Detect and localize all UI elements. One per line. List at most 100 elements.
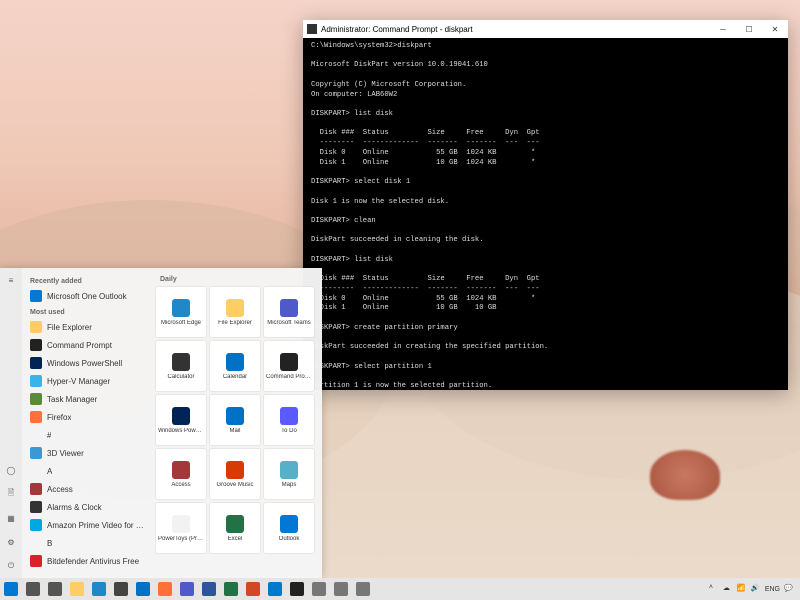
start-tile[interactable]: To Do bbox=[264, 395, 314, 445]
start-tile[interactable]: Access bbox=[156, 449, 206, 499]
tray-cloud-icon[interactable]: ☁ bbox=[723, 584, 733, 594]
taskbar-item-app3[interactable] bbox=[352, 578, 374, 600]
start-menu[interactable]: ≡ ◯ 🗎 ▦ ⚙ ⏻ Recently added Microsoft One… bbox=[0, 268, 322, 578]
power-icon[interactable]: ⏻ bbox=[5, 560, 17, 572]
taskbar-item-teams[interactable] bbox=[176, 578, 198, 600]
minimize-button[interactable]: ─ bbox=[710, 20, 736, 38]
app-list-item[interactable]: Access bbox=[26, 480, 148, 498]
app-list-item[interactable]: B bbox=[26, 534, 148, 552]
recently-added-header: Recently added bbox=[30, 278, 148, 285]
cmd-window[interactable]: Administrator: Command Prompt - diskpart… bbox=[303, 20, 788, 390]
tile-group-header: Daily bbox=[160, 276, 318, 283]
cmd-output[interactable]: C:\Windows\system32>diskpart Microsoft D… bbox=[303, 38, 788, 390]
app-list-item[interactable]: Amazon Prime Video for Windows bbox=[26, 516, 148, 534]
taskbar-item-app1[interactable] bbox=[308, 578, 330, 600]
start-tile[interactable]: Calculator bbox=[156, 341, 206, 391]
tile-label: Command Prompt bbox=[266, 374, 312, 380]
tray-lang[interactable]: ENG bbox=[765, 586, 780, 593]
cmd-titlebar[interactable]: Administrator: Command Prompt - diskpart… bbox=[303, 20, 788, 38]
pictures-icon[interactable]: ▦ bbox=[5, 512, 17, 524]
app-icon bbox=[30, 290, 42, 302]
app3-icon bbox=[356, 582, 370, 596]
tile-icon bbox=[226, 299, 244, 317]
start-tile[interactable]: Groove Music bbox=[210, 449, 260, 499]
settings-icon[interactable]: ⚙ bbox=[5, 536, 17, 548]
tile-label: Microsoft Edge bbox=[158, 320, 204, 326]
app-label: Firefox bbox=[47, 413, 71, 422]
start-tile[interactable]: Command Prompt bbox=[264, 341, 314, 391]
taskbar-item-code[interactable] bbox=[264, 578, 286, 600]
start-tile[interactable]: Microsoft Teams bbox=[264, 287, 314, 337]
taskbar-item-store[interactable] bbox=[110, 578, 132, 600]
start-tile[interactable]: File Explorer bbox=[210, 287, 260, 337]
app-list-item[interactable]: File Explorer bbox=[26, 318, 148, 336]
maximize-button[interactable]: ☐ bbox=[736, 20, 762, 38]
start-tile[interactable]: PowerToys (Preview) bbox=[156, 503, 206, 553]
taskbar-item-search[interactable] bbox=[22, 578, 44, 600]
tile-icon bbox=[280, 299, 298, 317]
app-icon bbox=[30, 537, 42, 549]
start-tile[interactable]: Calendar bbox=[210, 341, 260, 391]
app-label: Hyper-V Manager bbox=[47, 377, 110, 386]
app-icon bbox=[30, 411, 42, 423]
app-icon bbox=[30, 447, 42, 459]
tray-chevron-icon[interactable]: ˄ bbox=[709, 584, 719, 594]
tile-label: Calculator bbox=[158, 374, 204, 380]
app-list-item[interactable]: # bbox=[26, 426, 148, 444]
taskbar-item-edge[interactable] bbox=[88, 578, 110, 600]
taskbar-item-start[interactable] bbox=[0, 578, 22, 600]
tile-icon bbox=[280, 353, 298, 371]
app-label: Windows PowerShell bbox=[47, 359, 122, 368]
app-list-item[interactable]: Task Manager bbox=[26, 390, 148, 408]
taskbar-item-powerpoint[interactable] bbox=[242, 578, 264, 600]
tray-notifications-icon[interactable]: 💬 bbox=[784, 584, 794, 594]
taskbar-item-app2[interactable] bbox=[330, 578, 352, 600]
app-label: A bbox=[47, 467, 52, 476]
taskbar[interactable]: ˄ ☁ 📶 🔊 ENG 💬 bbox=[0, 578, 800, 600]
start-rail: ≡ ◯ 🗎 ▦ ⚙ ⏻ bbox=[0, 268, 22, 578]
terminal-icon bbox=[290, 582, 304, 596]
close-button[interactable]: ✕ bbox=[762, 20, 788, 38]
start-tile[interactable]: Excel bbox=[210, 503, 260, 553]
taskbar-item-word[interactable] bbox=[198, 578, 220, 600]
app-list-item[interactable]: Command Prompt bbox=[26, 336, 148, 354]
start-tile[interactable]: Microsoft Edge bbox=[156, 287, 206, 337]
excel-icon bbox=[224, 582, 238, 596]
taskbar-item-mail[interactable] bbox=[132, 578, 154, 600]
tray-volume-icon[interactable]: 🔊 bbox=[751, 584, 761, 594]
app-icon bbox=[30, 357, 42, 369]
app-list-item[interactable]: Bitdefender Antivirus Free bbox=[26, 552, 148, 570]
app-list-item[interactable]: Windows PowerShell bbox=[26, 354, 148, 372]
app-list-item[interactable]: Alarms & Clock bbox=[26, 498, 148, 516]
menu-icon[interactable]: ≡ bbox=[5, 274, 17, 286]
start-tiles-panel: Daily Microsoft Edge File ExplorerMicroso… bbox=[152, 268, 322, 578]
system-tray[interactable]: ˄ ☁ 📶 🔊 ENG 💬 bbox=[709, 584, 800, 594]
start-tile[interactable]: Mail bbox=[210, 395, 260, 445]
app-list-item[interactable]: A bbox=[26, 462, 148, 480]
documents-icon[interactable]: 🗎 bbox=[5, 488, 17, 500]
cmd-icon bbox=[307, 24, 317, 34]
taskbar-item-taskview[interactable] bbox=[44, 578, 66, 600]
app-list-item[interactable]: 3D Viewer bbox=[26, 444, 148, 462]
explorer-icon bbox=[70, 582, 84, 596]
user-icon[interactable]: ◯ bbox=[5, 464, 17, 476]
taskbar-item-terminal[interactable] bbox=[286, 578, 308, 600]
tile-label: Excel bbox=[212, 536, 258, 542]
taskbar-item-excel[interactable] bbox=[220, 578, 242, 600]
tile-label: PowerToys (Preview) bbox=[158, 536, 204, 542]
start-tile[interactable]: Maps bbox=[264, 449, 314, 499]
taskbar-item-firefox[interactable] bbox=[154, 578, 176, 600]
tray-network-icon[interactable]: 📶 bbox=[737, 584, 747, 594]
start-tile[interactable]: Outlook bbox=[264, 503, 314, 553]
start-tile[interactable]: Windows PowerShell (Preview) bbox=[156, 395, 206, 445]
start-app-list[interactable]: Recently added Microsoft One Outlook Mos… bbox=[22, 268, 152, 578]
tile-icon bbox=[172, 299, 190, 317]
search-icon bbox=[26, 582, 40, 596]
app-list-item[interactable]: Hyper-V Manager bbox=[26, 372, 148, 390]
app-list-item[interactable]: Firefox bbox=[26, 408, 148, 426]
app-icon bbox=[30, 339, 42, 351]
app-list-item[interactable]: Microsoft One Outlook bbox=[26, 287, 148, 305]
taskbar-item-explorer[interactable] bbox=[66, 578, 88, 600]
tile-icon bbox=[172, 515, 190, 533]
start-icon bbox=[4, 582, 18, 596]
